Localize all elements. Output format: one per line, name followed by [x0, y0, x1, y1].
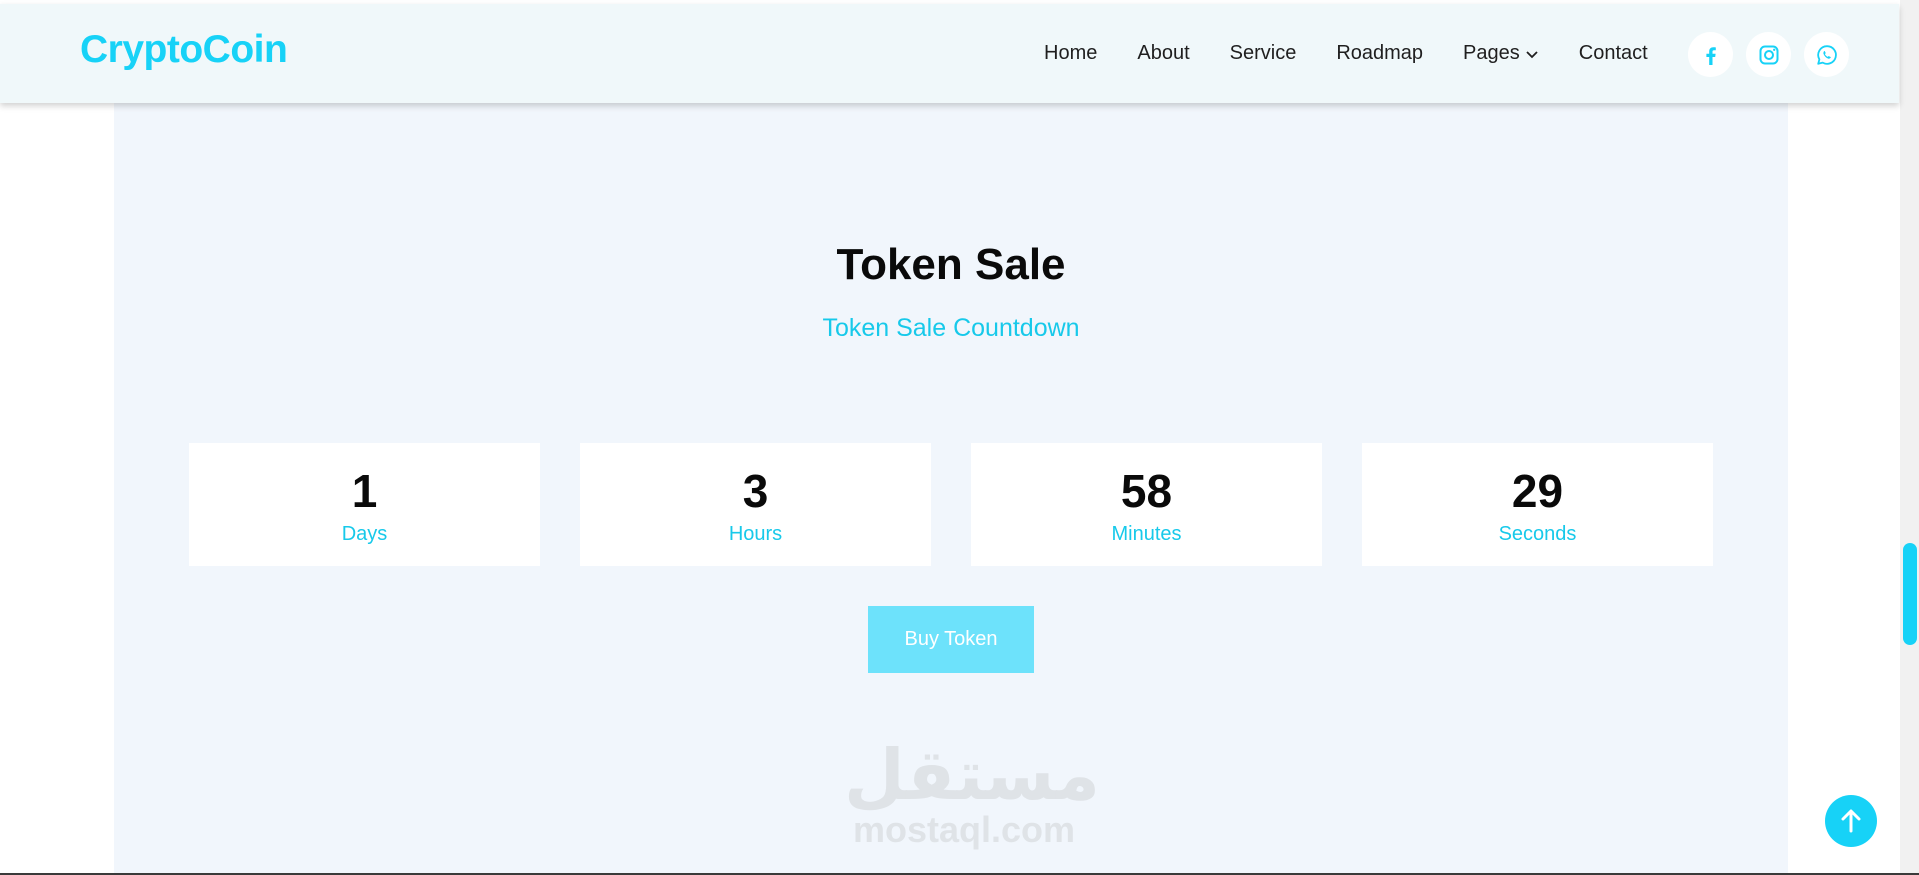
- facebook-link[interactable]: [1688, 32, 1733, 77]
- nav-about[interactable]: About: [1137, 42, 1189, 65]
- countdown-label: Seconds: [1498, 523, 1577, 545]
- facebook-icon: [1705, 46, 1716, 65]
- nav-service[interactable]: Service: [1230, 42, 1297, 65]
- nav-roadmap[interactable]: Roadmap: [1336, 42, 1423, 65]
- watermark-latin: mostaql.com: [852, 809, 1076, 850]
- countdown-value: 58: [1120, 465, 1173, 517]
- main-nav: Home About Service Roadmap Pages Contact: [1044, 42, 1688, 65]
- countdown-label: Hours: [728, 523, 783, 545]
- instagram-link[interactable]: [1746, 32, 1791, 77]
- navbar: CryptoCoin Home About Service Roadmap Pa…: [0, 4, 1899, 103]
- countdown-minutes: 58 Minutes: [971, 443, 1322, 566]
- scrollbar-track[interactable]: [1900, 0, 1919, 873]
- countdown-label: Days: [341, 523, 388, 545]
- countdown-days: 1 Days: [189, 443, 540, 566]
- scroll-to-top-button[interactable]: [1825, 795, 1877, 847]
- watermark-arabic: مستقل: [844, 734, 1101, 816]
- browser-viewport: CryptoCoin Home About Service Roadmap Pa…: [0, 0, 1919, 875]
- mostaql-watermark: مستقل mostaql.com: [844, 734, 1101, 850]
- countdown-label: Minutes: [1111, 523, 1182, 545]
- section-subtitle: Token Sale Countdown: [822, 314, 1080, 342]
- scrollbar-thumb[interactable]: [1903, 543, 1917, 645]
- countdown-value: 3: [742, 465, 769, 517]
- countdown-timer: 1 Days 3 Hours 58 Minutes 29 Seconds: [189, 443, 1713, 566]
- countdown-value: 29: [1511, 465, 1564, 517]
- whatsapp-icon: [1816, 44, 1837, 65]
- token-sale-section: Token Sale Token Sale Countdown 1 Days 3…: [114, 100, 1788, 873]
- nav-pages-dropdown[interactable]: Pages: [1463, 42, 1539, 65]
- buy-token-button[interactable]: Buy Token: [868, 606, 1034, 673]
- nav-home[interactable]: Home: [1044, 42, 1097, 65]
- countdown-value: 1: [351, 465, 378, 517]
- nav-pages-label: Pages: [1463, 42, 1520, 64]
- social-links: [1688, 32, 1862, 77]
- brand-logo[interactable]: CryptoCoin: [80, 28, 288, 72]
- arrow-up-icon: [1841, 809, 1861, 833]
- countdown-hours: 3 Hours: [580, 443, 931, 566]
- chevron-down-icon: [1526, 50, 1538, 58]
- instagram-icon: [1759, 45, 1778, 64]
- section-title: Token Sale: [836, 240, 1066, 289]
- countdown-seconds: 29 Seconds: [1362, 443, 1713, 566]
- nav-contact[interactable]: Contact: [1579, 42, 1648, 65]
- whatsapp-link[interactable]: [1804, 32, 1849, 77]
